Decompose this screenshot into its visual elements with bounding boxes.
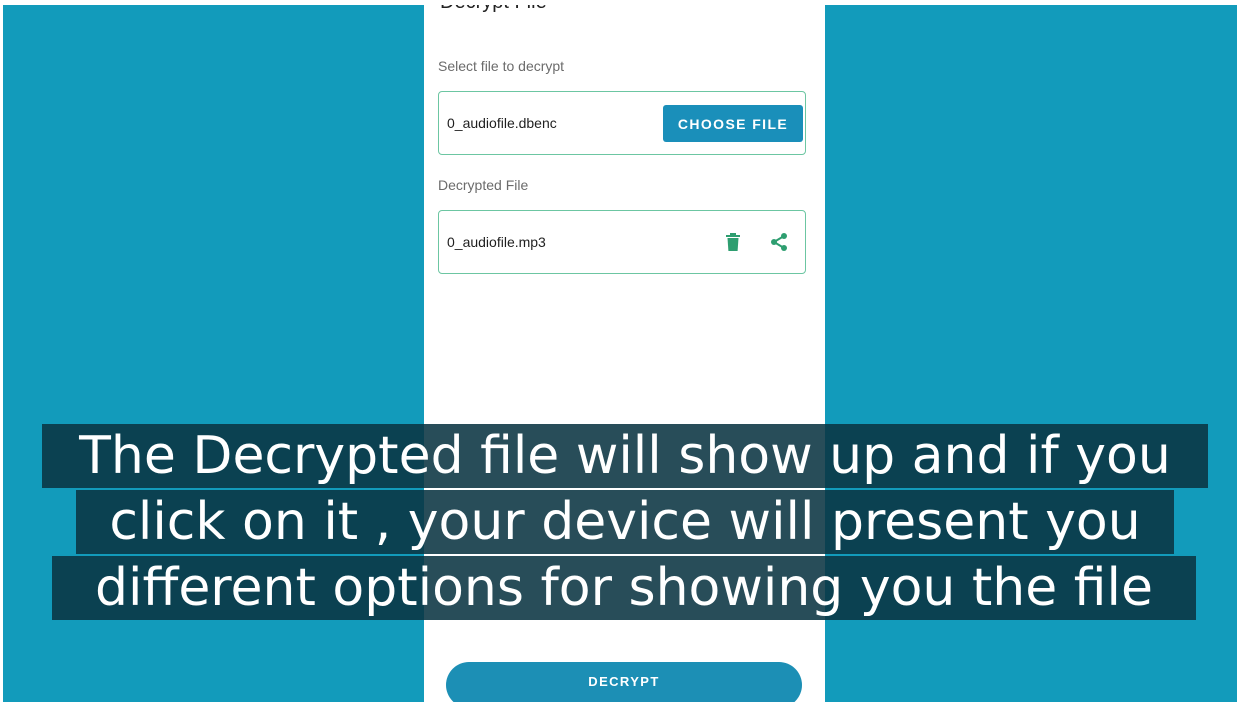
decrypt-button[interactable]: DECRYPT xyxy=(446,662,802,702)
caption-line-2: click on it , your device will present y… xyxy=(76,490,1174,554)
screen-title: Decrypt File xyxy=(440,5,547,14)
selected-file-name: 0_audiofile.dbenc xyxy=(447,115,557,131)
choose-file-button[interactable]: CHOOSE FILE xyxy=(663,105,803,142)
decrypted-file-box[interactable]: 0_audiofile.mp3 xyxy=(438,210,806,274)
caption-line-3: different options for showing you the fi… xyxy=(52,556,1196,620)
select-file-box: 0_audiofile.dbenc CHOOSE FILE xyxy=(438,91,806,155)
decrypted-file-name[interactable]: 0_audiofile.mp3 xyxy=(447,234,546,250)
caption-line-1: The Decrypted file will show up and if y… xyxy=(42,424,1208,488)
trash-icon[interactable] xyxy=(721,230,745,254)
share-icon[interactable] xyxy=(767,230,791,254)
select-file-label: Select file to decrypt xyxy=(438,58,565,74)
decrypted-file-label: Decrypted File xyxy=(438,177,529,193)
